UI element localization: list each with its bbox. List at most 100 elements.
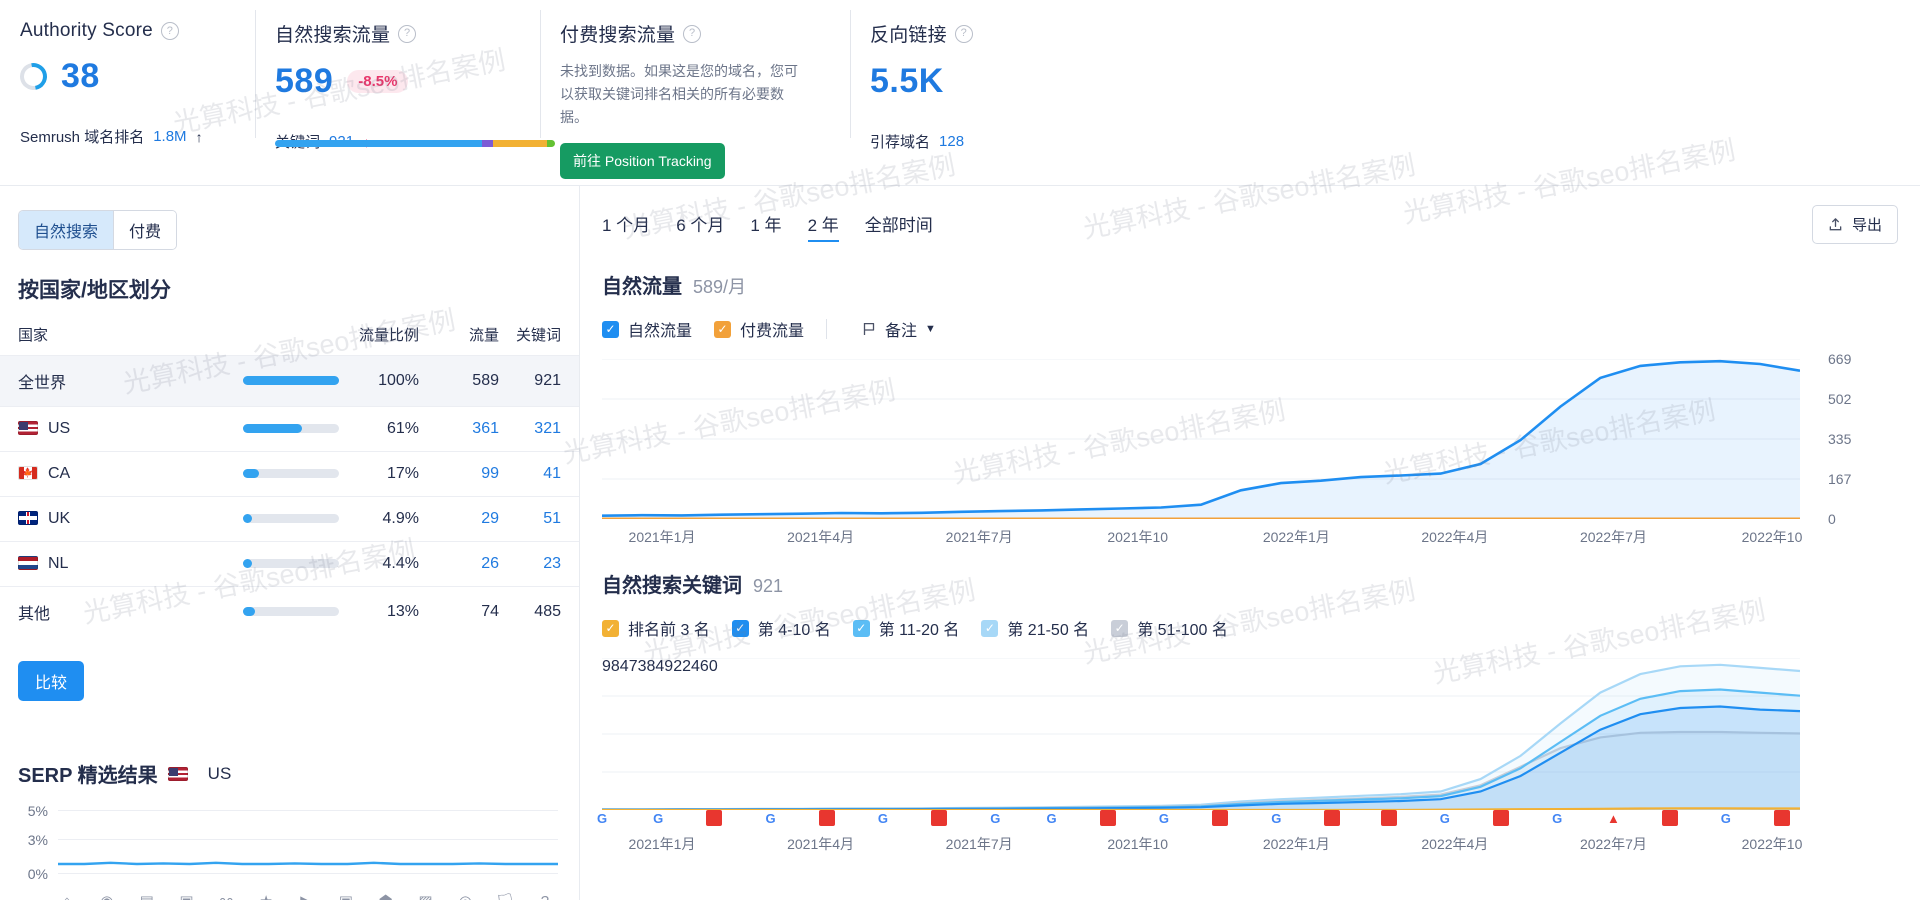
video-icon[interactable]: ▶ <box>295 890 317 900</box>
algorithm-update-icon[interactable] <box>1774 810 1790 826</box>
info-icon[interactable]: ? <box>160 22 179 40</box>
legend-paid-traffic-label: 付费流量 <box>740 323 805 340</box>
legend-organic-traffic-label: 自然流量 <box>628 323 693 340</box>
export-button[interactable]: 导出 <box>1811 205 1898 244</box>
notes-dropdown[interactable]: 备注 ▼ <box>861 317 936 341</box>
table-row[interactable]: US 61% 361 321 <box>0 406 579 452</box>
traffic-cell: 589 <box>419 355 499 407</box>
algorithm-update-icon[interactable] <box>1661 810 1678 826</box>
time-tab-2[interactable]: 1 年 <box>750 211 781 242</box>
google-update-icon[interactable]: G <box>650 810 666 826</box>
image-pack-icon[interactable]: ▣ <box>175 890 197 900</box>
checkbox-checked-icon[interactable]: ✓ <box>602 320 619 338</box>
legend-keyword-3[interactable]: ✓ 第 21-50 名 <box>981 616 1089 640</box>
traffic-cell[interactable]: 99 <box>419 451 499 497</box>
share-bar <box>243 559 339 569</box>
legend-keyword-4[interactable]: ✓ 第 51-100 名 <box>1111 616 1228 640</box>
faq-icon[interactable]: 🏳 <box>494 890 516 900</box>
algorithm-update-icon[interactable] <box>1380 810 1397 826</box>
time-tab-0[interactable]: 1 个月 <box>602 211 650 242</box>
compare-button[interactable]: 比较 <box>18 661 85 701</box>
featured-snippet-icon[interactable]: ⌂ <box>56 890 78 900</box>
info-icon[interactable]: ? <box>954 24 973 43</box>
checkbox-checked-icon[interactable]: ✓ <box>602 619 619 637</box>
images-icon[interactable]: ▨ <box>414 890 436 900</box>
col-header-country[interactable]: 国家 <box>0 318 189 356</box>
google-update-icon[interactable]: G <box>1044 810 1060 826</box>
legend-keyword-0[interactable]: ✓ 排名前 3 名 <box>602 616 710 640</box>
info-icon[interactable]: ? <box>398 24 417 43</box>
share-bar <box>243 424 339 434</box>
legend-divider <box>826 319 828 339</box>
google-update-icon[interactable]: G <box>987 810 1003 826</box>
ca-flag-icon: 🍁 <box>18 466 38 480</box>
local-pack-icon[interactable]: ◉ <box>96 890 118 900</box>
keywords-cell[interactable]: 51 <box>499 496 579 542</box>
time-range-tabs[interactable]: 1 个月 6 个月 1 年 2 年全部时间 <box>602 211 1920 242</box>
google-update-icon[interactable]: G <box>1156 810 1172 826</box>
algorithm-update-icon[interactable] <box>1493 810 1510 826</box>
traffic-cell[interactable]: 361 <box>419 406 499 452</box>
algorithm-update-icon[interactable] <box>1212 810 1229 826</box>
sitelinks-icon[interactable]: ⚯ <box>215 890 237 900</box>
time-tab-1[interactable]: 6 个月 <box>676 211 724 242</box>
algorithm-update-icon[interactable] <box>706 810 723 826</box>
checkbox-checked-icon[interactable]: ✓ <box>981 619 999 637</box>
table-row[interactable]: 全世界 100% 589 921 <box>0 355 579 407</box>
time-tab-4[interactable]: 全部时间 <box>865 211 933 242</box>
video-carousel-icon[interactable]: ▣ <box>335 890 357 900</box>
google-update-icon[interactable]: G <box>1437 810 1453 826</box>
google-update-icon[interactable]: G <box>1268 810 1284 826</box>
tab-organic-search[interactable]: 自然搜索 <box>19 211 114 249</box>
left-panel: 自然搜索 付费 按国家/地区划分 国家 流量比例 流量 关键词 全世界 100% 5… <box>0 186 580 900</box>
legend-organic-traffic[interactable]: ✓ 自然流量 <box>602 317 692 341</box>
referring-domains-label: 引荐域名 <box>870 134 931 151</box>
country-cell: NL <box>0 541 189 587</box>
keywords-cell[interactable]: 321 <box>499 406 579 452</box>
table-row[interactable]: 🍁 CA 17% 99 41 <box>0 451 579 497</box>
semrush-rank-value[interactable]: 1.8M <box>153 128 186 145</box>
tab-paid[interactable]: 付费 <box>113 211 177 249</box>
alert-marker-icon[interactable]: ▲ <box>1605 810 1621 826</box>
legend-paid-traffic[interactable]: ✓ 付费流量 <box>714 317 804 341</box>
position-tracking-button[interactable]: 前往 Position Tracking <box>560 143 725 180</box>
table-row[interactable]: UK 4.9% 29 51 <box>0 496 579 542</box>
col-header-traffic[interactable]: 流量 <box>419 318 499 356</box>
traffic-cell[interactable]: 29 <box>419 496 499 542</box>
table-row[interactable]: 其他 13% 74 485 <box>0 586 579 637</box>
search-type-toggle[interactable]: 自然搜索 付费 <box>18 210 178 250</box>
keywords-cell[interactable]: 41 <box>499 451 579 497</box>
keywords-cell[interactable]: 23 <box>499 541 579 587</box>
google-update-icon[interactable]: G <box>875 810 891 826</box>
legend-keyword-1[interactable]: ✓ 第 4-10 名 <box>731 616 831 640</box>
organic-traffic-chart: 669 502 335 167 0 <box>602 351 1862 527</box>
algorithm-update-icon[interactable] <box>1099 810 1116 826</box>
checkbox-checked-icon[interactable]: ✓ <box>852 619 870 637</box>
algorithm-update-icon[interactable] <box>1324 810 1341 826</box>
google-update-icon[interactable]: G <box>1718 810 1734 826</box>
time-tab-3[interactable]: 2 年 <box>807 211 839 242</box>
google-update-icon[interactable]: G <box>594 810 610 826</box>
info-icon[interactable]: ? <box>683 24 702 43</box>
google-update-icon[interactable]: G <box>763 810 779 826</box>
algorithm-update-icon[interactable] <box>818 810 835 826</box>
checkbox-checked-icon[interactable]: ✓ <box>1111 619 1129 637</box>
table-row[interactable]: NL 4.4% 26 23 <box>0 541 579 587</box>
country-cell: UK <box>0 496 189 542</box>
traffic-plot-area <box>602 359 1800 519</box>
col-header-traffic-share[interactable]: 流量比例 <box>339 318 419 356</box>
traffic-cell[interactable]: 26 <box>419 541 499 587</box>
checkbox-checked-icon[interactable]: ✓ <box>714 320 732 338</box>
carousel-icon[interactable]: ◎ <box>454 890 476 900</box>
instant-answer-icon[interactable]: ⬟ <box>375 890 397 900</box>
legend-keyword-2[interactable]: ✓ 第 11-20 名 <box>852 616 959 640</box>
y-tick: 167 <box>1828 471 1852 487</box>
reviews-icon[interactable]: ▤ <box>136 890 158 900</box>
algorithm-update-icon[interactable] <box>931 810 948 826</box>
knowledge-panel-icon[interactable]: ? <box>534 890 556 900</box>
referring-domains-value[interactable]: 128 <box>939 133 964 150</box>
checkbox-checked-icon[interactable]: ✓ <box>731 619 749 637</box>
col-header-keywords[interactable]: 关键词 <box>499 318 579 356</box>
google-update-icon[interactable]: G <box>1549 810 1565 826</box>
top-stories-icon[interactable]: ★ <box>255 890 277 900</box>
